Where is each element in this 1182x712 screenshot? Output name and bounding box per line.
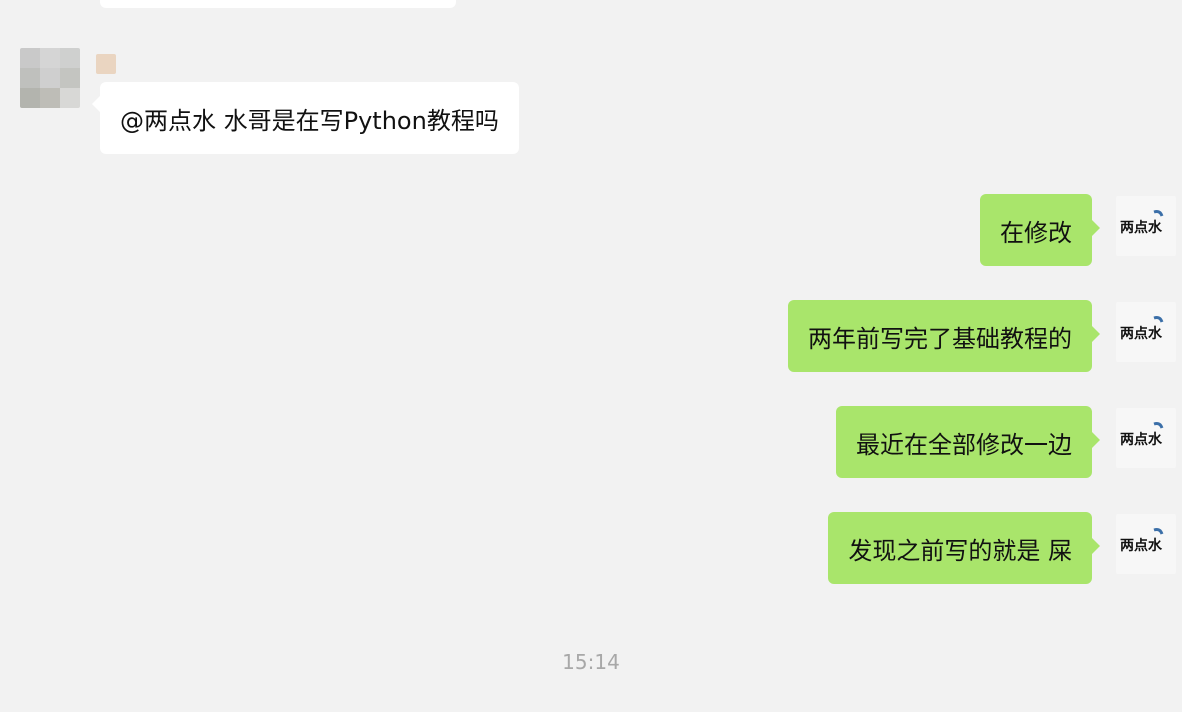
outgoing-message-bubble[interactable]: 发现之前写的就是 屎 bbox=[828, 512, 1100, 584]
contact-name-blurred bbox=[96, 54, 116, 74]
self-avatar[interactable]: 两点水 bbox=[1116, 302, 1176, 362]
previous-message-bubble[interactable] bbox=[100, 0, 456, 8]
self-avatar[interactable]: 两点水 bbox=[1116, 514, 1176, 574]
self-avatar[interactable]: 两点水 bbox=[1116, 196, 1176, 256]
message-timestamp: 15:14 bbox=[562, 650, 620, 674]
svg-text:两点水: 两点水 bbox=[1120, 431, 1163, 448]
chat-panel: @两点水 水哥是在写Python教程吗 在修改 两点水 两年前写完了基础教程的 … bbox=[0, 0, 1182, 712]
outgoing-message-bubble[interactable]: 两年前写完了基础教程的 bbox=[788, 300, 1100, 372]
svg-text:两点水: 两点水 bbox=[1120, 219, 1163, 236]
logo-icon: 两点水 bbox=[1120, 210, 1164, 236]
message-text: 在修改 bbox=[1000, 218, 1072, 247]
contact-avatar[interactable] bbox=[20, 48, 80, 108]
outgoing-message-bubble[interactable]: 在修改 bbox=[980, 194, 1100, 266]
svg-text:两点水: 两点水 bbox=[1120, 537, 1163, 554]
logo-icon: 两点水 bbox=[1120, 422, 1164, 448]
logo-icon: 两点水 bbox=[1120, 528, 1164, 554]
incoming-message-bubble[interactable]: @两点水 水哥是在写Python教程吗 bbox=[92, 82, 519, 154]
svg-text:两点水: 两点水 bbox=[1120, 325, 1163, 342]
message-text: 最近在全部修改一边 bbox=[856, 430, 1072, 459]
message-text: 发现之前写的就是 屎 bbox=[848, 536, 1072, 565]
outgoing-message-bubble[interactable]: 最近在全部修改一边 bbox=[836, 406, 1100, 478]
self-avatar[interactable]: 两点水 bbox=[1116, 408, 1176, 468]
message-text: @两点水 水哥是在写Python教程吗 bbox=[120, 106, 499, 135]
message-text: 两年前写完了基础教程的 bbox=[808, 324, 1072, 353]
logo-icon: 两点水 bbox=[1120, 316, 1164, 342]
